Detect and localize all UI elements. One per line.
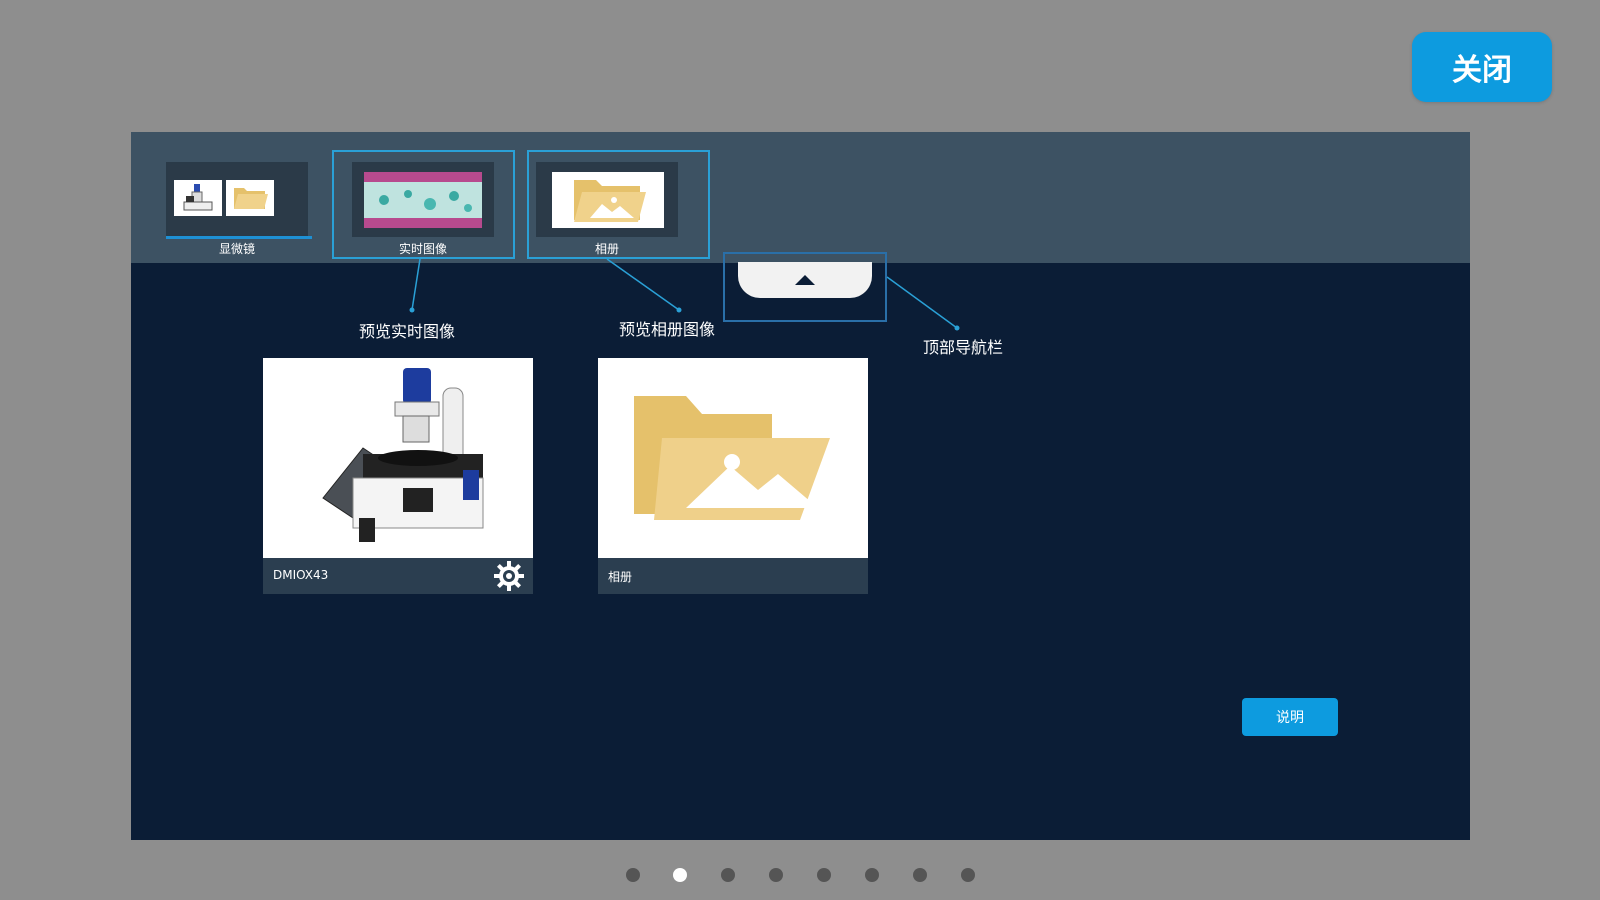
device-card-microscope[interactable]: DMIOX43: [263, 358, 533, 594]
nav-tile-microscope[interactable]: [166, 162, 308, 237]
tutorial-panel: 显微镜 实时图像 相册 预览实时图像 预览相册图像 顶部导航栏 DMIOX43 …: [131, 132, 1470, 840]
pagination-dots: [0, 868, 1600, 884]
folder-image-icon: [598, 358, 868, 558]
page-dot-3[interactable]: [721, 868, 735, 882]
nav-label-microscope: 显微镜: [218, 242, 255, 256]
top-navigation-bar: 显微镜 实时图像 相册: [131, 132, 1470, 263]
device-name-label: DMIOX43: [273, 568, 329, 582]
page-dot-8[interactable]: [961, 868, 975, 882]
highlight-frame-album: [527, 150, 710, 259]
page-dot-2-active[interactable]: [673, 868, 687, 882]
page-dot-5[interactable]: [817, 868, 831, 882]
album-card[interactable]: 相册: [598, 358, 868, 594]
highlight-frame-live-image: [332, 150, 515, 259]
close-button[interactable]: 关闭: [1412, 32, 1552, 102]
active-tab-indicator: [166, 236, 312, 239]
collapse-nav-button[interactable]: [738, 262, 872, 298]
callout-album-preview: 预览相册图像: [619, 320, 716, 339]
album-label: 相册: [608, 570, 633, 584]
page-dot-7[interactable]: [913, 868, 927, 882]
gear-icon[interactable]: [493, 560, 525, 592]
page-dot-4[interactable]: [769, 868, 783, 882]
callout-live-preview: 预览实时图像: [359, 322, 456, 341]
microscope-thumbnail-icon: [174, 180, 222, 216]
folder-thumbnail-icon: [226, 180, 274, 216]
page-dot-6[interactable]: [865, 868, 879, 882]
callout-top-nav: 顶部导航栏: [923, 338, 1004, 357]
microscope-image: [263, 358, 533, 558]
triangle-up-icon: [795, 275, 815, 285]
collapse-tab-highlight: [723, 252, 887, 322]
page-dot-1[interactable]: [626, 868, 640, 882]
help-button[interactable]: 说明: [1242, 698, 1338, 736]
